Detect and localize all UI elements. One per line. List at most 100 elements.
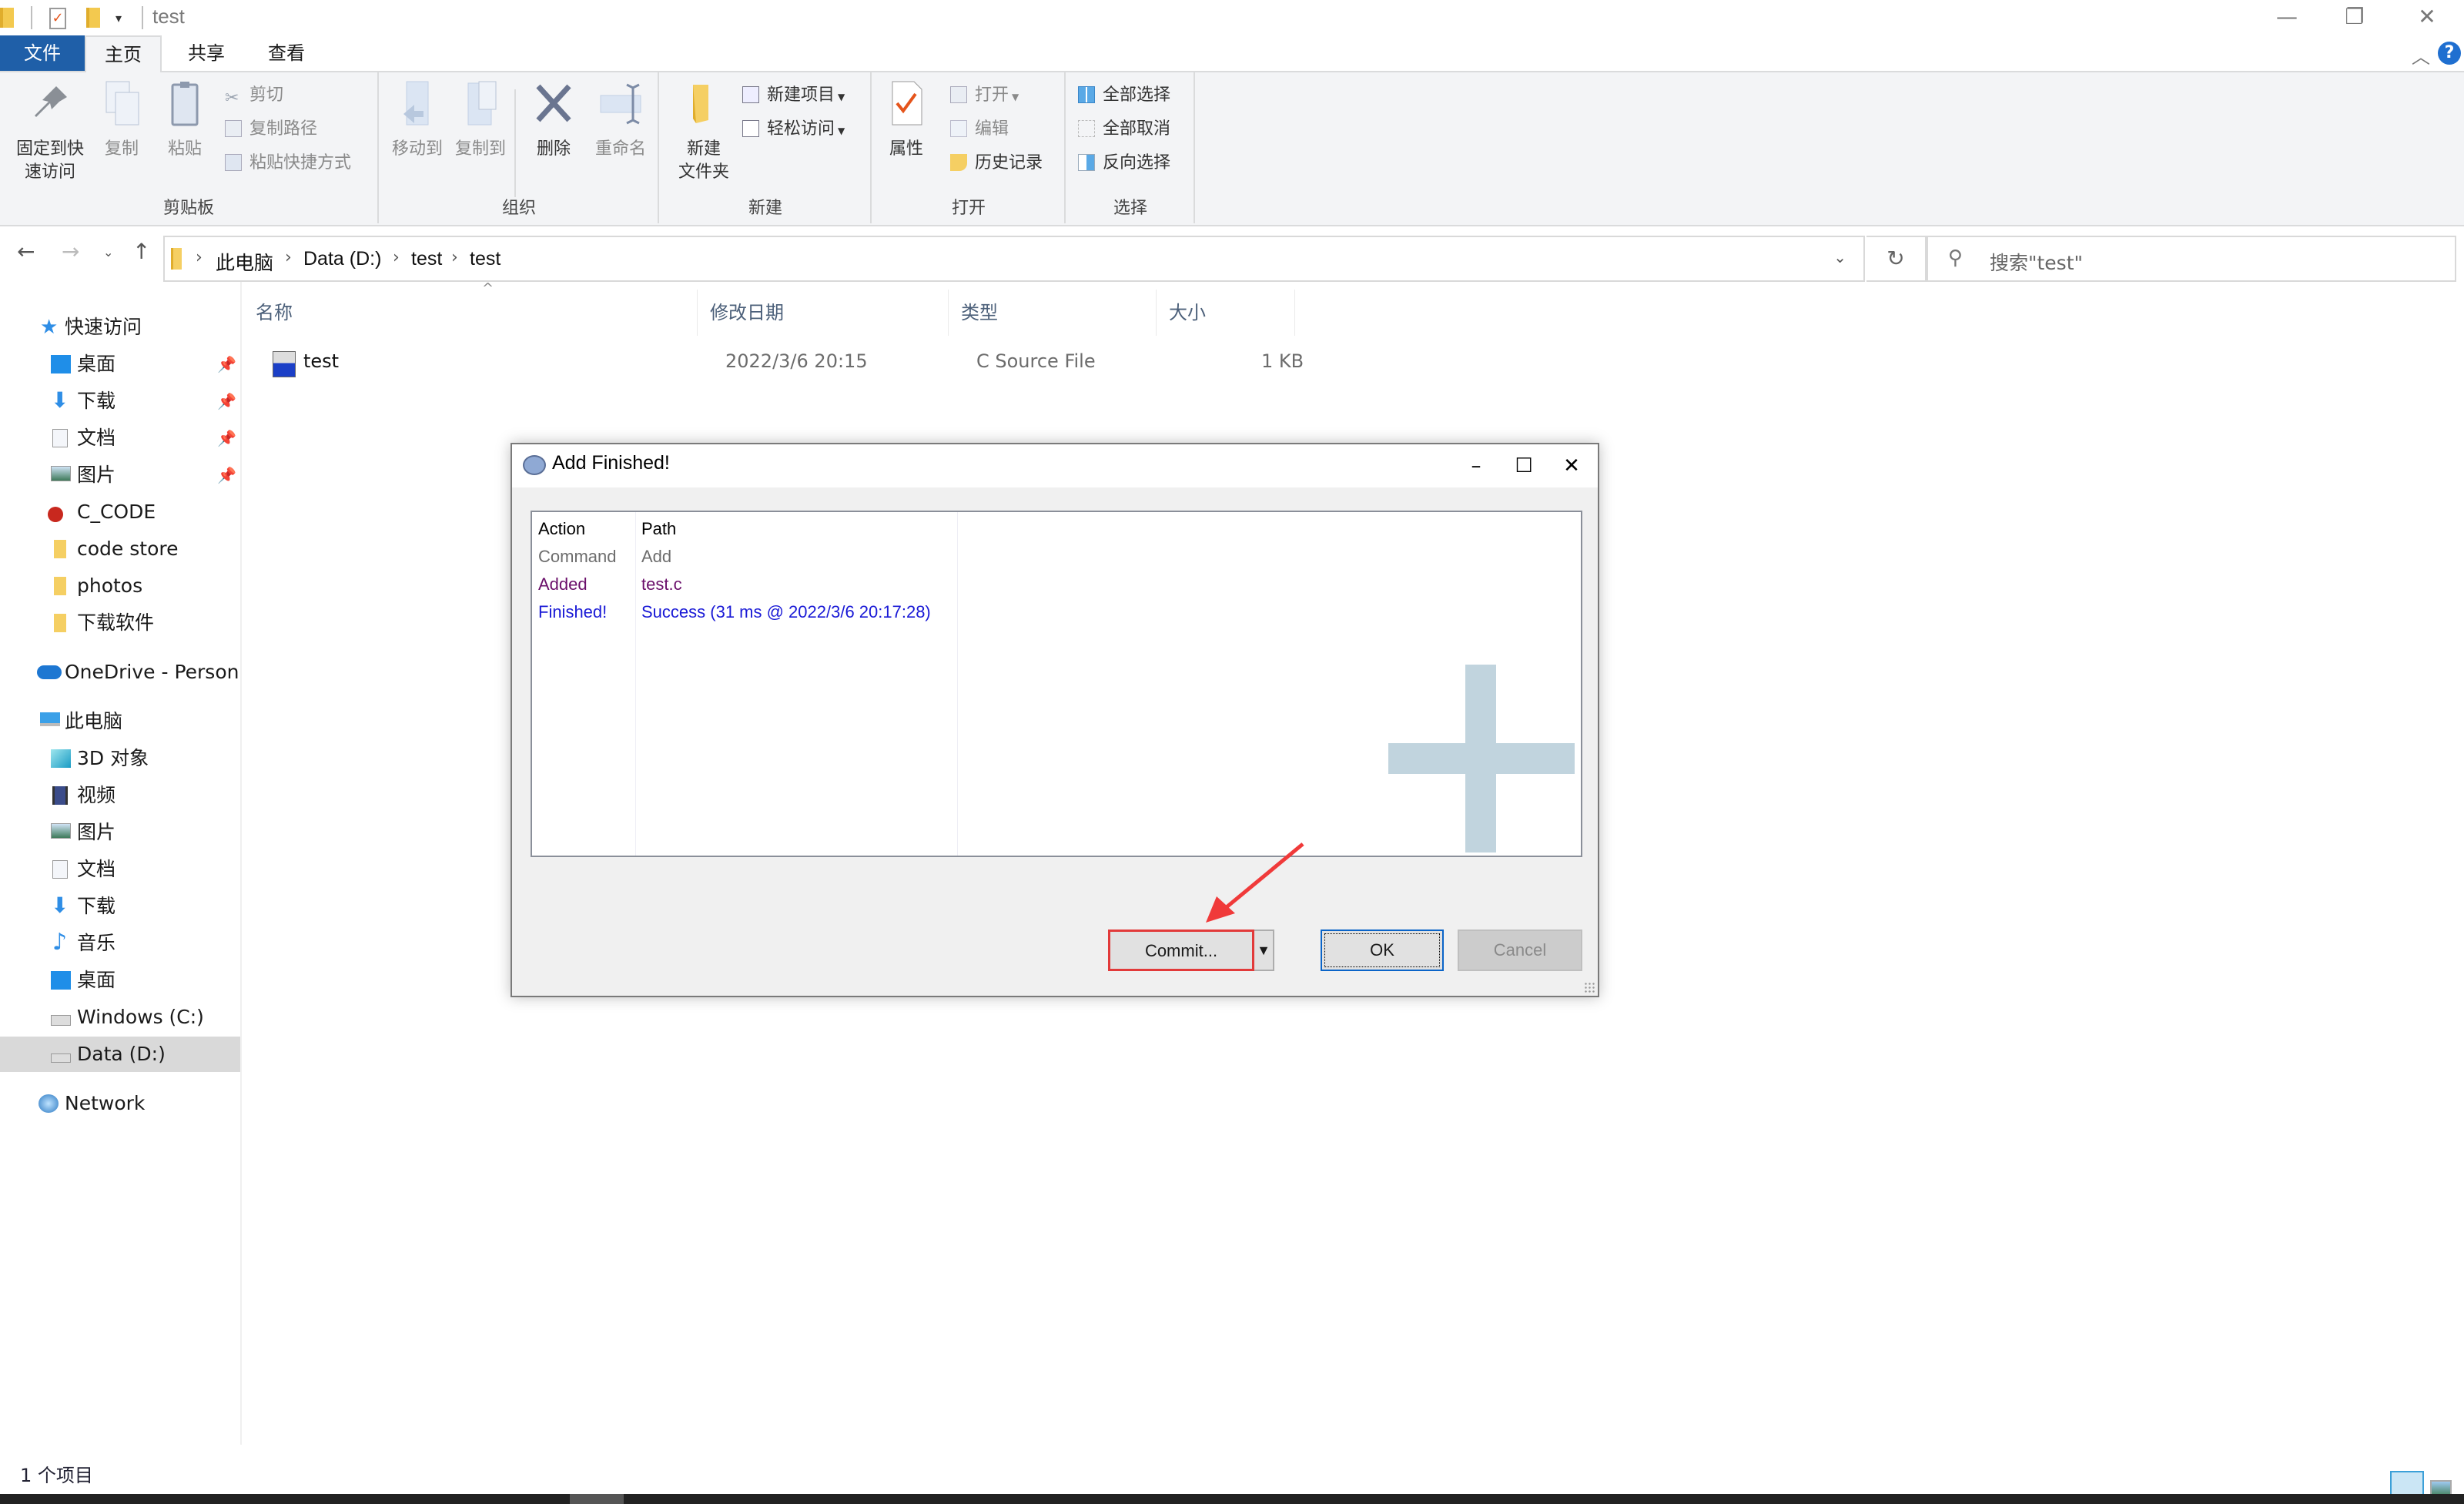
properties-check-icon bbox=[892, 81, 922, 126]
move-to-button[interactable]: 移动到 bbox=[388, 80, 447, 161]
column-header-type[interactable]: 类型 bbox=[949, 290, 1157, 336]
sidebar-item-documents[interactable]: 文档 📌 bbox=[0, 420, 240, 456]
minimize-button[interactable]: — bbox=[2251, 0, 2322, 35]
column-header-name[interactable]: 名称 bbox=[243, 290, 698, 336]
cut-button[interactable]: ✂ 剪切 bbox=[225, 80, 283, 111]
ok-button[interactable]: OK bbox=[1321, 930, 1444, 971]
resize-grip-icon[interactable] bbox=[1584, 982, 1595, 993]
new-group-label: 新建 bbox=[748, 199, 782, 218]
3d-cube-icon bbox=[51, 749, 71, 768]
sidebar-item-onedrive[interactable]: OneDrive - Persona bbox=[0, 655, 240, 690]
breadcrumb-this-pc[interactable]: 此电脑 bbox=[216, 248, 273, 276]
sidebar-item-c-code[interactable]: C_CODE bbox=[0, 494, 240, 530]
sidebar-item-data-d[interactable]: Data (D:) bbox=[0, 1037, 240, 1072]
breadcrumb-separator: › bbox=[393, 248, 400, 267]
cancel-button[interactable]: Cancel bbox=[1458, 930, 1582, 971]
file-type: C Source File bbox=[976, 350, 1096, 372]
new-item-button[interactable]: 新建项目 ▼ bbox=[742, 80, 845, 111]
pin-icon[interactable]: 📌 bbox=[217, 384, 236, 419]
sidebar-item-pictures-pc[interactable]: 图片 bbox=[0, 815, 240, 850]
sidebar-item-videos[interactable]: 视频 bbox=[0, 778, 240, 813]
close-button[interactable]: ✕ bbox=[2392, 0, 2462, 35]
sidebar-item-pictures[interactable]: 图片 📌 bbox=[0, 457, 240, 493]
properties-button[interactable]: 属性 bbox=[879, 80, 933, 161]
address-bar[interactable]: › 此电脑 › Data (D:) › test › test ⌄ bbox=[163, 236, 1865, 282]
paste-shortcut-button[interactable]: 粘贴快捷方式 bbox=[225, 148, 351, 179]
sidebar-item-photos[interactable]: photos bbox=[0, 568, 240, 604]
folder-icon bbox=[54, 540, 66, 558]
help-icon[interactable]: ? bbox=[2438, 42, 2461, 65]
copy-to-button[interactable]: 复制到 bbox=[451, 80, 510, 161]
sidebar-item-download-software[interactable]: 下载软件 bbox=[0, 605, 240, 641]
copy-path-button[interactable]: 复制路径 bbox=[225, 114, 317, 145]
copy-button[interactable]: 复制 bbox=[97, 80, 146, 161]
open-button[interactable]: 打开 ▼ bbox=[950, 80, 1019, 111]
pin-icon[interactable]: 📌 bbox=[217, 420, 236, 456]
properties-quick-icon[interactable]: ✓ bbox=[49, 8, 66, 29]
dialog-maximize-button[interactable]: ☐ bbox=[1501, 451, 1547, 481]
column-header-modified[interactable]: 修改日期 bbox=[698, 290, 949, 336]
edit-button[interactable]: 编辑 bbox=[950, 114, 1009, 145]
recent-locations-icon[interactable]: ⌄ bbox=[103, 245, 113, 260]
sidebar-item-downloads[interactable]: ⬇ 下载 📌 bbox=[0, 384, 240, 419]
up-arrow-icon[interactable]: ↑ bbox=[132, 239, 150, 264]
sidebar-item-this-pc[interactable]: 此电脑 bbox=[0, 704, 240, 739]
commit-dropdown-button[interactable]: ▼ bbox=[1254, 930, 1274, 971]
paste-button[interactable]: 粘贴 bbox=[160, 80, 209, 161]
customize-quick-access-icon[interactable]: ▾ bbox=[116, 11, 122, 25]
dialog-close-button[interactable]: ✕ bbox=[1548, 451, 1595, 481]
tab-file[interactable]: 文件 bbox=[0, 35, 85, 71]
title-bar: ✓ ▾ test — ❐ ✕ bbox=[0, 0, 2464, 35]
back-arrow-icon[interactable]: ← bbox=[17, 239, 35, 264]
sidebar-item-network[interactable]: Network bbox=[0, 1086, 240, 1121]
sidebar-item-3d-objects[interactable]: 3D 对象 bbox=[0, 741, 240, 776]
breadcrumb-test-current[interactable]: test bbox=[470, 248, 500, 270]
sidebar-item-code-store[interactable]: code store bbox=[0, 531, 240, 567]
sidebar-item-desktop-pc[interactable]: 桌面 bbox=[0, 963, 240, 998]
commit-button[interactable]: Commit... bbox=[1108, 930, 1254, 971]
select-all-icon bbox=[1078, 86, 1095, 103]
breadcrumb-data-d[interactable]: Data (D:) bbox=[303, 248, 381, 270]
dropdown-caret-icon: ▼ bbox=[1012, 92, 1019, 102]
new-folder-quick-icon[interactable] bbox=[86, 8, 100, 28]
restore-button[interactable]: ❐ bbox=[2319, 0, 2390, 35]
dialog-minimize-button[interactable]: – bbox=[1453, 451, 1499, 481]
tab-home[interactable]: 主页 bbox=[85, 35, 162, 72]
pictures-icon bbox=[51, 823, 71, 839]
sidebar-item-music[interactable]: ♪ 音乐 bbox=[0, 926, 240, 961]
sidebar-item-windows-c[interactable]: Windows (C:) bbox=[0, 1000, 240, 1035]
sidebar-item-documents-pc[interactable]: 文档 bbox=[0, 852, 240, 887]
address-dropdown-icon[interactable]: ⌄ bbox=[1833, 248, 1846, 266]
taskbar-item[interactable] bbox=[570, 1494, 624, 1504]
move-to-icon bbox=[403, 81, 429, 126]
delete-button[interactable]: 删除 bbox=[527, 80, 581, 161]
file-name[interactable]: test bbox=[303, 343, 339, 379]
copy-to-icon bbox=[467, 81, 497, 126]
pin-icon[interactable]: 📌 bbox=[217, 347, 236, 382]
easy-access-button[interactable]: 轻松访问 ▼ bbox=[742, 114, 845, 145]
collapse-ribbon-icon[interactable]: ︿ bbox=[2412, 42, 2430, 69]
sidebar-item-downloads-pc[interactable]: ⬇ 下载 bbox=[0, 889, 240, 924]
select-none-button[interactable]: 全部取消 bbox=[1078, 114, 1170, 145]
tab-share[interactable]: 共享 bbox=[168, 35, 245, 71]
sidebar-item-desktop[interactable]: 桌面 📌 bbox=[0, 347, 240, 382]
pin-quick-access-button[interactable]: 固定到快 速访问 bbox=[8, 80, 92, 184]
search-input[interactable]: ⚲ 搜索"test" bbox=[1927, 236, 2456, 282]
sidebar-item-quick-access[interactable]: ★ 快速访问 bbox=[0, 310, 240, 345]
action-log-list[interactable]: Action Path Command Add Added test.c Fin… bbox=[531, 511, 1582, 857]
refresh-button[interactable]: ↻ bbox=[1866, 236, 1927, 282]
ribbon-tabs: 文件 主页 共享 查看 ︿ ? bbox=[0, 35, 2464, 72]
select-all-button[interactable]: 全部选择 bbox=[1078, 80, 1170, 111]
rename-button[interactable]: 重命名 bbox=[590, 80, 651, 161]
organize-group-label: 组织 bbox=[501, 199, 536, 218]
breadcrumb-separator: › bbox=[451, 248, 458, 267]
tab-view[interactable]: 查看 bbox=[248, 35, 325, 71]
pin-icon[interactable]: 📌 bbox=[217, 457, 236, 493]
breadcrumb-test[interactable]: test bbox=[411, 248, 442, 270]
forward-arrow-icon[interactable]: → bbox=[62, 239, 79, 264]
history-button[interactable]: 历史记录 bbox=[950, 148, 1043, 179]
new-folder-button[interactable]: 新建 文件夹 bbox=[671, 80, 736, 184]
invert-selection-button[interactable]: 反向选择 bbox=[1078, 148, 1170, 179]
column-header-size[interactable]: 大小 bbox=[1157, 290, 1295, 336]
breadcrumb-separator: › bbox=[196, 248, 203, 267]
